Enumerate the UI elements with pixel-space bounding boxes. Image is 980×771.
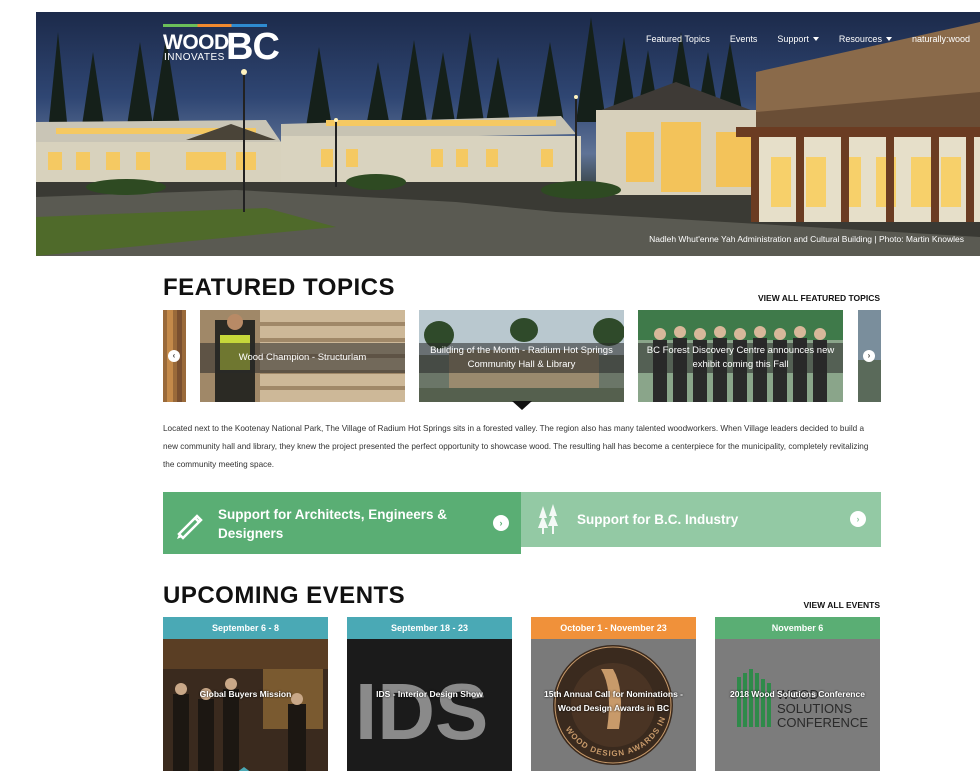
- hero-banner: WOOD INNOVATES BC Featured Topics Events…: [36, 12, 980, 256]
- event-card[interactable]: November 6 WOOD SOLUTIONS CONFERENCE 201…: [715, 617, 880, 771]
- support-architects-banner[interactable]: Support for Architects, Engineers & Desi…: [163, 492, 521, 554]
- featured-description: Located next to the Kootenay National Pa…: [163, 424, 869, 469]
- carousel-slide-1[interactable]: Wood Champion - Structurlam: [200, 310, 405, 402]
- carousel-slide-3[interactable]: BC Forest Discovery Centre announces new…: [638, 310, 843, 402]
- event-image: [163, 639, 328, 771]
- support-industry-label: Support for B.C. Industry: [577, 512, 739, 527]
- event-date: September 6 - 8: [163, 617, 328, 639]
- carousel-slide-2[interactable]: Building of the Month - Radium Hot Sprin…: [419, 310, 624, 402]
- event-pointer: [236, 767, 252, 771]
- nav-label: Support: [777, 34, 809, 44]
- featured-carousel: Wood Champion - Structurlam Building of …: [163, 310, 881, 402]
- ids-logo-text: IDS: [355, 667, 488, 756]
- view-all-events-link[interactable]: VIEW ALL EVENTS: [803, 600, 880, 610]
- logo-innovates-text: INNOVATES: [164, 52, 225, 63]
- nav-naturally-wood[interactable]: naturally:wood: [912, 34, 970, 44]
- slide-label: Building of the Month - Radium Hot Sprin…: [419, 343, 624, 373]
- nav-events[interactable]: Events: [730, 34, 758, 44]
- event-date: September 18 - 23: [347, 617, 512, 639]
- support-industry-banner[interactable]: Support for B.C. Industry ›: [521, 492, 881, 547]
- nav-label: Events: [729, 34, 758, 44]
- event-card[interactable]: October 1 - November 23 WOOD DESIGN AWAR…: [531, 617, 696, 771]
- event-card[interactable]: September 18 - 23 IDS IDS - Interior Des…: [347, 617, 512, 771]
- arrow-right-circle-icon: ›: [493, 515, 509, 531]
- logo-bc-text: BC: [226, 26, 280, 68]
- slide-label: Wood Champion - Structurlam: [200, 343, 405, 373]
- slide-label: BC Forest Discovery Centre announces new…: [638, 343, 843, 373]
- trees-icon: [538, 504, 558, 534]
- nav-label: Resources: [838, 34, 882, 44]
- active-slide-pointer: [512, 401, 532, 410]
- event-title: 15th Annual Call for Nominations - Wood …: [544, 689, 683, 713]
- event-title: IDS - Interior Design Show: [376, 689, 483, 699]
- hero-caption: Nadleh Whut'enne Yah Administration and …: [649, 234, 964, 244]
- support-architects-label: Support for Architects, Engineers & Desi…: [218, 507, 448, 541]
- featured-topics-heading: FEATURED TOPICS: [163, 274, 395, 301]
- nav-resources[interactable]: Resources: [839, 34, 892, 44]
- event-image: IDS: [347, 639, 512, 771]
- chevron-down-icon: [812, 37, 819, 41]
- nav-featured-topics[interactable]: Featured Topics: [646, 34, 710, 44]
- event-date: November 6: [715, 617, 880, 639]
- page: WOOD INNOVATES BC Featured Topics Events…: [36, 12, 980, 771]
- arrow-right-circle-icon: ›: [850, 511, 866, 527]
- main-nav: Featured Topics Events Support Resources…: [626, 34, 970, 44]
- nav-label: naturally:wood: [911, 34, 970, 44]
- chevron-down-icon: [885, 37, 892, 41]
- event-card[interactable]: September 6 - 8 Global Buyers Mission: [163, 617, 328, 771]
- nav-label: Featured Topics: [646, 34, 710, 44]
- upcoming-events-heading: UPCOMING EVENTS: [163, 582, 406, 609]
- carousel-prev-arrow-icon[interactable]: ‹: [168, 350, 180, 362]
- ws-logo-line2: SOLUTIONS: [777, 701, 852, 716]
- view-all-featured-link[interactable]: VIEW ALL FEATURED TOPICS: [758, 293, 880, 303]
- pencil-icon: [177, 514, 203, 540]
- event-image: WOOD SOLUTIONS CONFERENCE: [715, 639, 880, 771]
- nav-support[interactable]: Support: [777, 34, 819, 44]
- carousel-next-arrow-icon[interactable]: ›: [863, 350, 875, 362]
- event-title: Global Buyers Mission: [199, 689, 292, 699]
- ws-logo-line3: CONFERENCE: [777, 715, 868, 730]
- event-title: 2018 Wood Solutions Conference: [730, 689, 865, 699]
- event-date: October 1 - November 23: [531, 617, 696, 639]
